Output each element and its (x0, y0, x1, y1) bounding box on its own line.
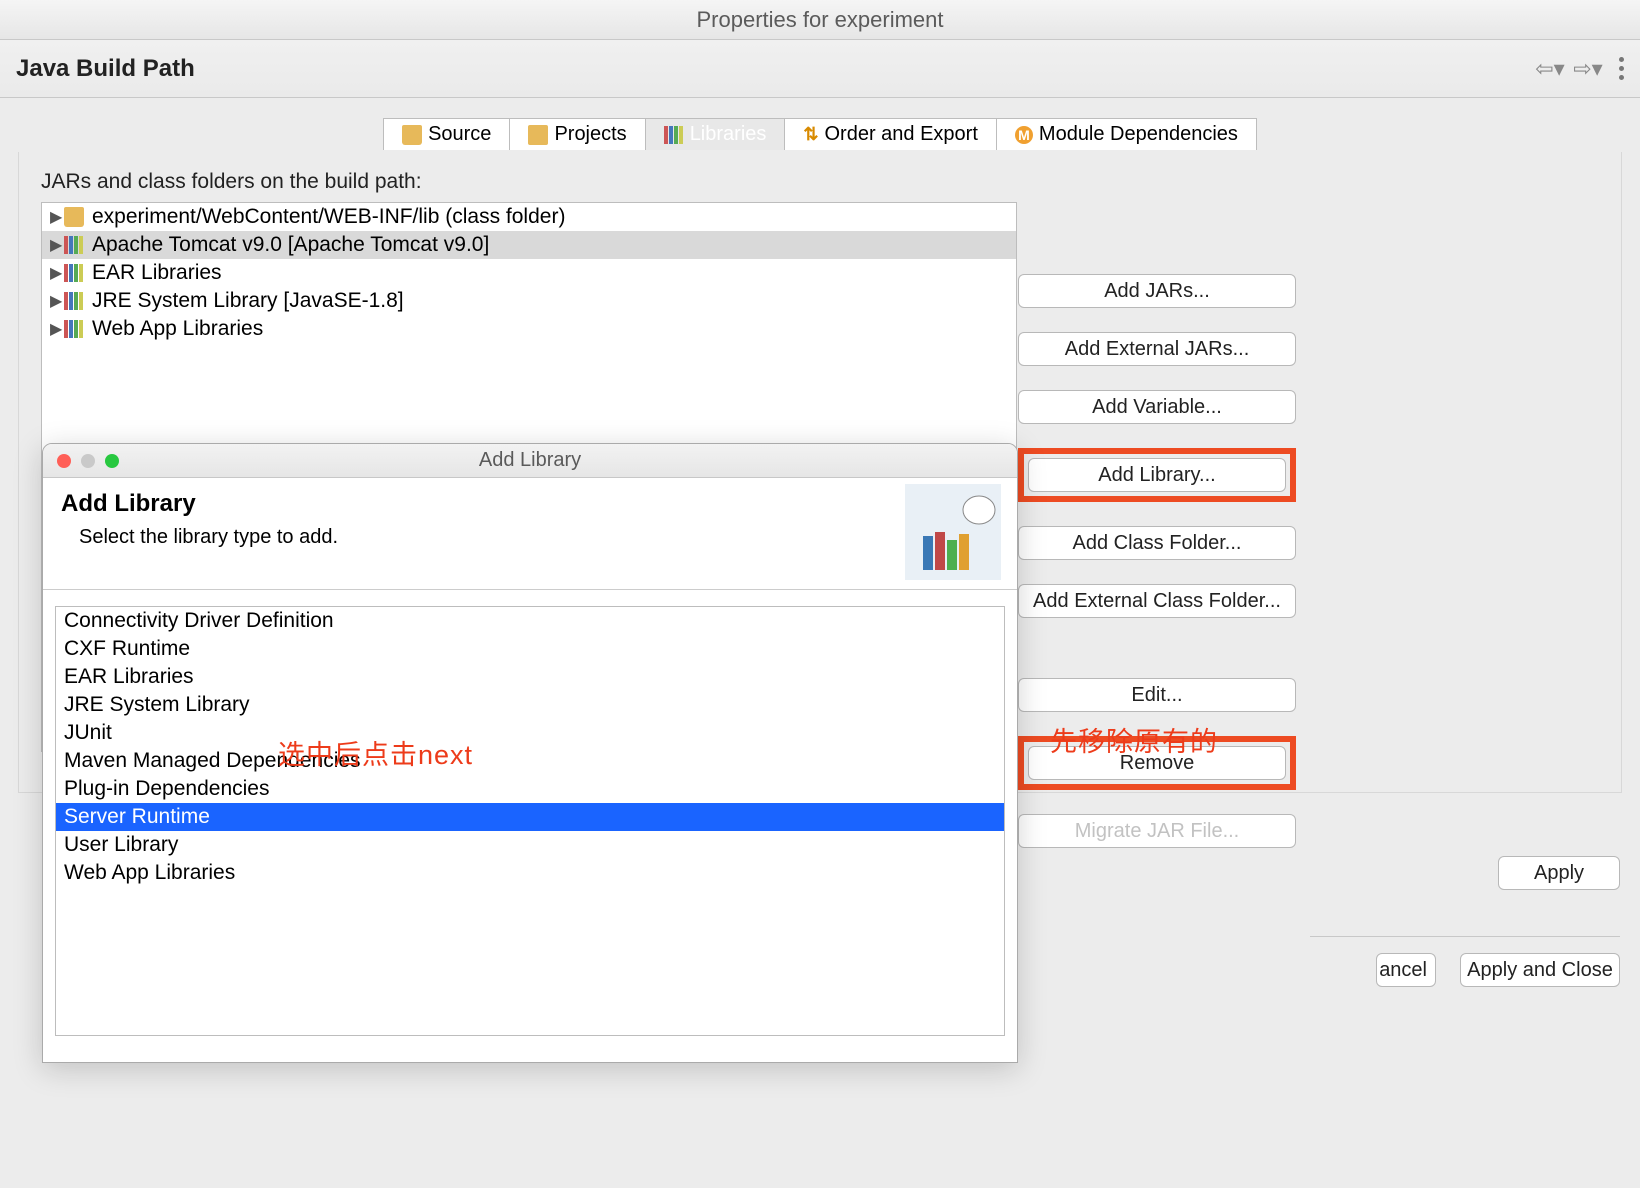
library-type-option[interactable]: User Library (56, 831, 1004, 859)
edit-button[interactable]: Edit... (1018, 678, 1296, 712)
zoom-icon[interactable] (105, 454, 119, 468)
library-type-option[interactable]: Web App Libraries (56, 859, 1004, 887)
add-class-folder-button[interactable]: Add Class Folder... (1018, 526, 1296, 560)
tree-row-label: Web App Libraries (92, 317, 263, 341)
folder-icon (402, 125, 422, 145)
tree-row-label: EAR Libraries (92, 261, 222, 285)
books-icon (64, 291, 88, 311)
library-type-option[interactable]: CXF Runtime (56, 635, 1004, 663)
tree-row[interactable]: ▶ Apache Tomcat v9.0 [Apache Tomcat v9.0] (42, 231, 1016, 259)
annotation-select-next: 选中后点击next (278, 733, 473, 772)
dialog-subheading: Select the library type to add. (61, 526, 999, 549)
order-export-icon: ⇅ (803, 124, 818, 145)
books-icon (664, 126, 684, 144)
minimize-icon (81, 454, 95, 468)
dialog-heading: Add Library (61, 490, 999, 518)
side-buttons: Add JARs... Add External JARs... Add Var… (1018, 274, 1296, 848)
add-jars-button[interactable]: Add JARs... (1018, 274, 1296, 308)
window-controls (43, 454, 119, 468)
tab-source[interactable]: Source (383, 118, 510, 150)
disclosure-triangle-icon[interactable]: ▶ (50, 319, 64, 339)
library-type-option[interactable]: Connectivity Driver Definition (56, 607, 1004, 635)
view-menu-icon[interactable] (1619, 57, 1624, 80)
add-variable-button[interactable]: Add Variable... (1018, 390, 1296, 424)
add-external-class-folder-button[interactable]: Add External Class Folder... (1018, 584, 1296, 618)
highlight-add-library: Add Library... (1018, 448, 1296, 502)
disclosure-triangle-icon[interactable]: ▶ (50, 235, 64, 255)
disclosure-triangle-icon[interactable]: ▶ (50, 263, 64, 283)
dialog-header: Add Library Select the library type to a… (43, 478, 1017, 590)
tree-row[interactable]: ▶ JRE System Library [JavaSE-1.8] (42, 287, 1016, 315)
library-type-option[interactable]: Maven Managed Dependencies (56, 747, 1004, 775)
wizard-library-icon (905, 484, 1001, 580)
tree-row-label: Apache Tomcat v9.0 [Apache Tomcat v9.0] (92, 233, 489, 257)
library-type-option[interactable]: EAR Libraries (56, 663, 1004, 691)
window-titlebar: Properties for experiment (0, 0, 1640, 40)
tree-row[interactable]: ▶ Web App Libraries (42, 315, 1016, 343)
page-title-bar: Java Build Path ⇦▾ ⇨▾ (0, 40, 1640, 98)
books-icon (64, 235, 88, 255)
projects-icon (528, 125, 548, 145)
dialog-title: Add Library (43, 449, 1017, 472)
annotation-remove-first: 先移除原有的 (1050, 720, 1218, 759)
forward-arrow-icon[interactable]: ⇨▾ (1569, 55, 1607, 83)
books-icon (64, 319, 88, 339)
books-icon (64, 263, 88, 283)
apply-close-button[interactable]: Apply and Close (1460, 953, 1620, 987)
footer-buttons: ancel Apply and Close (1310, 936, 1620, 987)
library-type-list[interactable]: Connectivity Driver DefinitionCXF Runtim… (55, 606, 1005, 1036)
tab-label: Source (428, 123, 491, 146)
tree-row[interactable]: ▶ experiment/WebContent/WEB-INF/lib (clas… (42, 203, 1016, 231)
tab-label: Order and Export (824, 123, 977, 146)
window-title: Properties for experiment (697, 7, 944, 32)
apply-button[interactable]: Apply (1498, 856, 1620, 890)
add-library-button[interactable]: Add Library... (1028, 458, 1286, 492)
library-type-option[interactable]: Plug-in Dependencies (56, 775, 1004, 803)
folder-icon (64, 207, 88, 227)
tree-row[interactable]: ▶ EAR Libraries (42, 259, 1016, 287)
disclosure-triangle-icon[interactable]: ▶ (50, 207, 64, 227)
close-icon[interactable] (57, 454, 71, 468)
cancel-button[interactable]: ancel (1376, 953, 1436, 987)
content-area: Source Projects Libraries ⇅ Order and Ex… (0, 98, 1640, 1188)
add-external-jars-button[interactable]: Add External JARs... (1018, 332, 1296, 366)
bottom-buttons: Apply (1498, 856, 1620, 890)
tree-row-label: experiment/WebContent/WEB-INF/lib (class… (92, 205, 565, 229)
tab-module-dependencies[interactable]: M Module Dependencies (997, 118, 1257, 150)
tab-order-export[interactable]: ⇅ Order and Export (785, 118, 997, 150)
add-library-dialog: Add Library Add Library Select the libra… (42, 443, 1018, 1063)
back-arrow-icon[interactable]: ⇦▾ (1531, 55, 1569, 83)
tab-label: Libraries (690, 123, 767, 146)
tree-row-label: JRE System Library [JavaSE-1.8] (92, 289, 404, 313)
tabbar: Source Projects Libraries ⇅ Order and Ex… (18, 116, 1622, 152)
panel-hint: JARs and class folders on the build path… (41, 170, 1599, 194)
module-icon: M (1015, 126, 1033, 144)
library-type-option[interactable]: JRE System Library (56, 691, 1004, 719)
dialog-titlebar[interactable]: Add Library (43, 444, 1017, 478)
library-type-option[interactable]: Server Runtime (56, 803, 1004, 831)
migrate-jar-button: Migrate JAR File... (1018, 814, 1296, 848)
page-title: Java Build Path (16, 55, 1531, 83)
tab-label: Module Dependencies (1039, 123, 1238, 146)
tab-projects[interactable]: Projects (510, 118, 645, 150)
library-type-option[interactable]: JUnit (56, 719, 1004, 747)
disclosure-triangle-icon[interactable]: ▶ (50, 291, 64, 311)
tab-label: Projects (554, 123, 626, 146)
tab-libraries[interactable]: Libraries (646, 118, 786, 150)
